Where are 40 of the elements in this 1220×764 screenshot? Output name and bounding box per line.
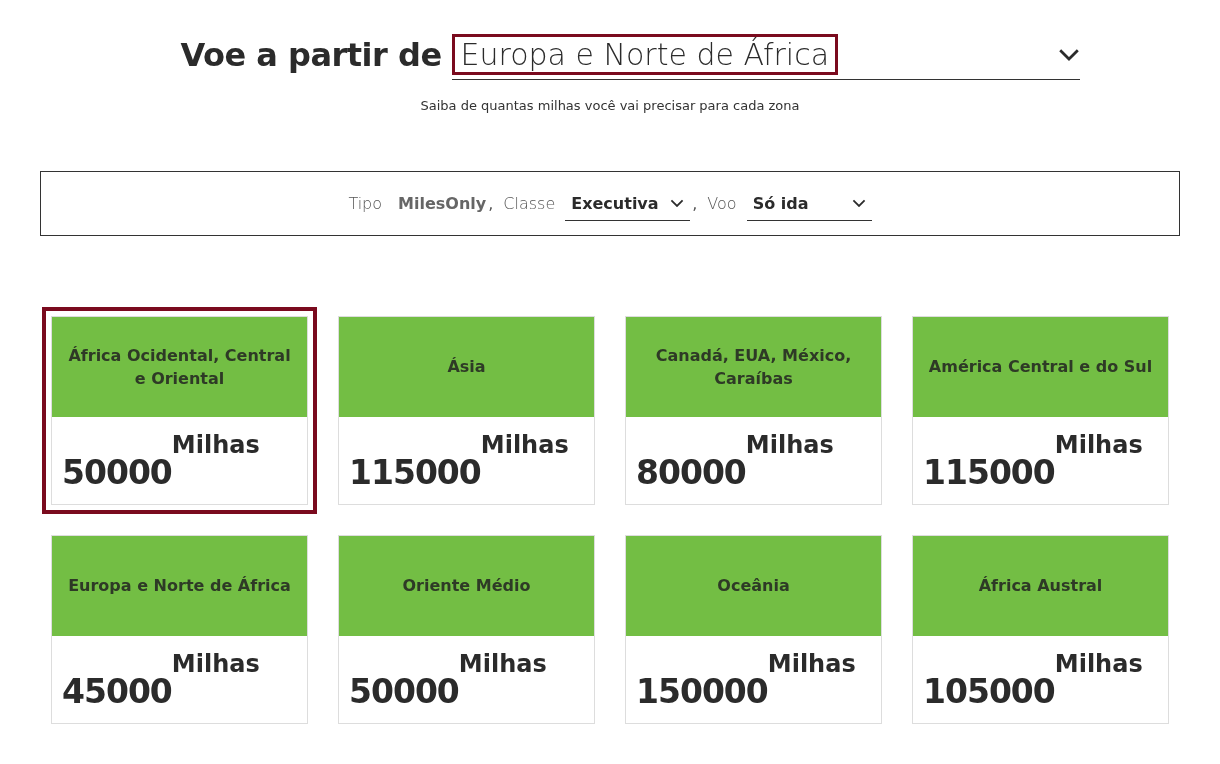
- miles-amount: 80000: [636, 453, 746, 492]
- miles-amount: 115000: [923, 453, 1055, 492]
- filter-dropdown[interactable]: Só ida: [746, 186, 872, 221]
- filter-label: Voo: [707, 194, 737, 213]
- chevron-down-icon: [670, 198, 685, 208]
- page-heading: Voe a partir de: [180, 36, 442, 76]
- separator: ,: [692, 194, 698, 213]
- miles-amount: 45000: [62, 672, 172, 711]
- miles-unit: Milhas: [171, 650, 260, 678]
- miles-amount: 150000: [636, 672, 768, 711]
- miles-amount: 115000: [349, 453, 481, 492]
- region-value: Europa e Norte de África: [451, 34, 838, 75]
- filter-value: MilesOnly: [398, 194, 487, 213]
- miles-amount: 105000: [923, 672, 1055, 711]
- miles-unit: Milhas: [171, 431, 260, 459]
- chevron-down-icon: [1057, 47, 1080, 62]
- zone-name: Ásia: [339, 317, 594, 417]
- miles-amount: 50000: [62, 453, 172, 492]
- zone-name: América Central e do Sul: [913, 317, 1168, 417]
- zone-name: Canadá, EUA, México, Caraíbas: [626, 317, 881, 417]
- filter-label: Tipo: [348, 194, 383, 213]
- miles-unit: Milhas: [1054, 650, 1143, 678]
- zone-name: Oceânia: [626, 536, 881, 636]
- zone-name: África Ocidental, Central e Oriental: [52, 317, 307, 417]
- region-dropdown[interactable]: Europa e Norte de África: [451, 30, 1080, 80]
- zone-name: África Austral: [913, 536, 1168, 636]
- filter-label: Classe: [503, 194, 556, 213]
- separator: ,: [488, 194, 494, 213]
- filter-dropdown[interactable]: Executiva: [565, 186, 691, 221]
- miles-unit: Milhas: [480, 431, 569, 459]
- miles-amount: 50000: [349, 672, 459, 711]
- miles-unit: Milhas: [745, 431, 834, 459]
- subtitle: Saiba de quantas milhas você vai precisar para cada zona: [420, 98, 800, 113]
- zone-name: Europa e Norte de África: [52, 536, 307, 636]
- miles-unit: Milhas: [458, 650, 547, 678]
- miles-unit: Milhas: [767, 650, 856, 678]
- zone-name: Oriente Médio: [339, 536, 594, 636]
- zone-card[interactable]: África Ocidental, Central e Oriental 50000 Milhas: [42, 307, 317, 514]
- chevron-down-icon: [851, 198, 866, 208]
- miles-unit: Milhas: [1054, 431, 1143, 459]
